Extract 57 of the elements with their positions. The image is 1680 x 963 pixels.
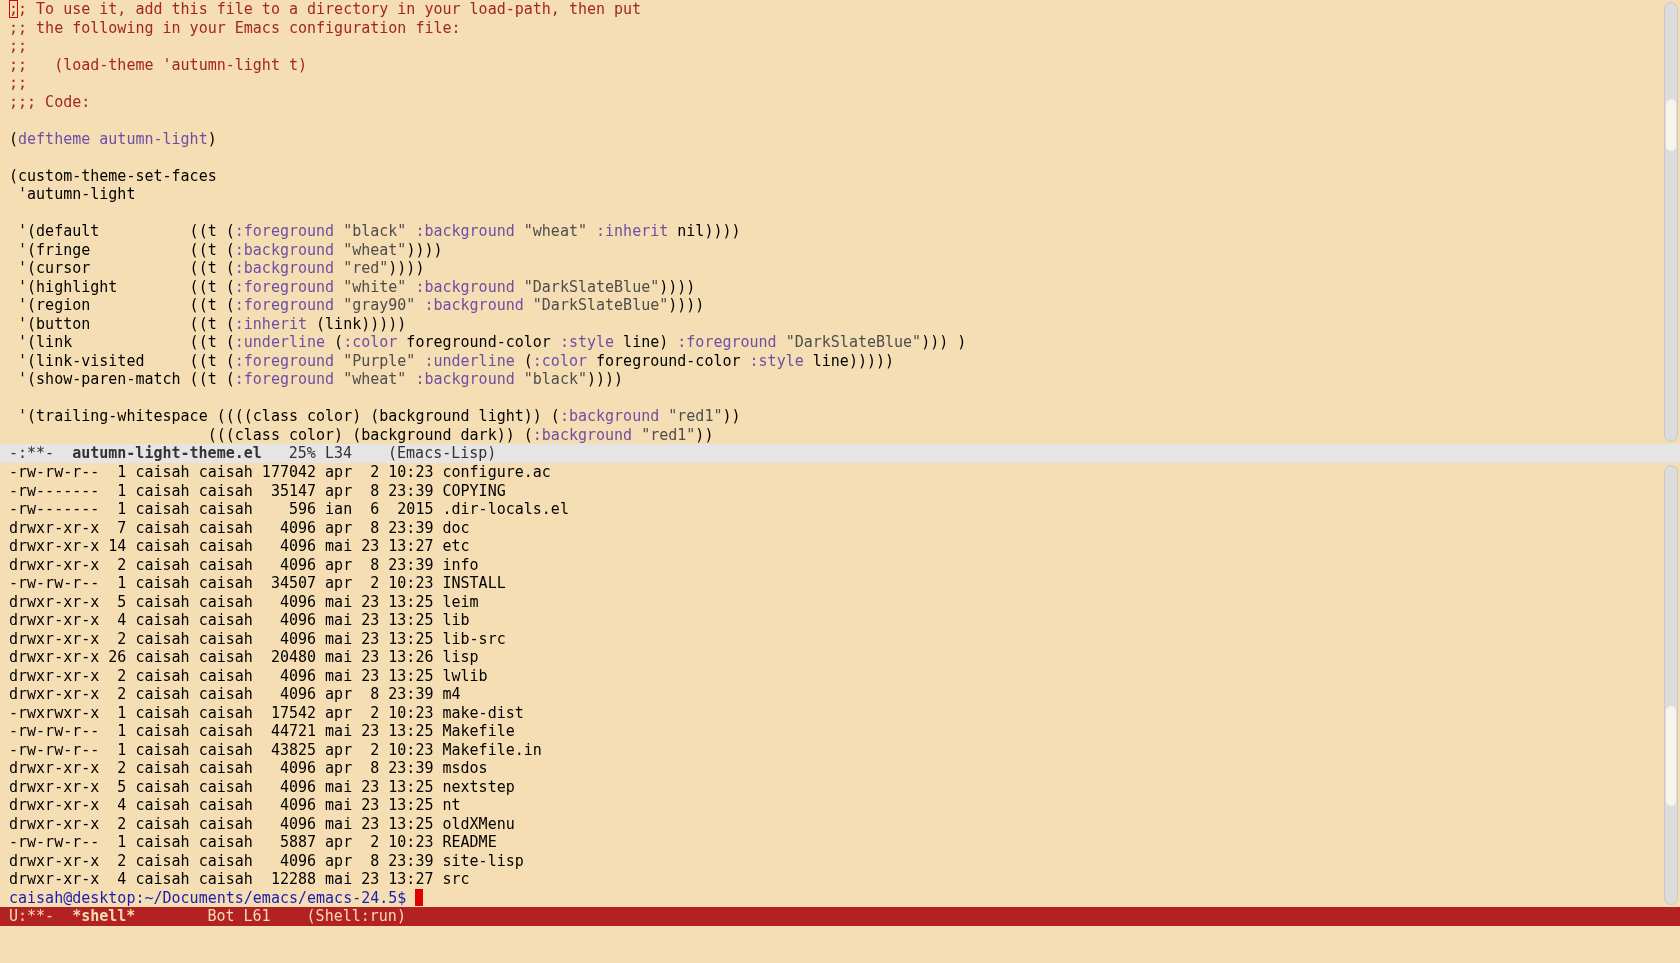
code-line: ;;; Code: [9, 92, 92, 111]
file-listing-row-text: drwxr-xr-x 2 caisah caisah 4096 apr 8 23:39 site-lisp [9, 851, 525, 870]
file-listing-row-text: drwxr-xr-x 2 caisah caisah 4096 apr 8 23:39 m4 [9, 685, 462, 704]
code-line: '(cursor ((t (:background "red")))) [17, 259, 426, 278]
file-listing-row-text: -rw-rw-r-- 1 caisah caisah 34507 apr 2 10:23 INSTALL [9, 574, 507, 593]
buffer-name: *shell* [72, 907, 136, 926]
code-line: '(show-paren-match ((t (:foreground "wheat" :background "black")))) [17, 370, 625, 389]
buffer-status: U:**- [9, 907, 55, 926]
file-listing-row-text: drwxr-xr-x 14 caisah caisah 4096 mai 23 13:27 etc [9, 537, 471, 556]
code-line: (custom-theme-set-faces [9, 166, 218, 185]
file-listing-row-text: drwxr-xr-x 26 caisah caisah 20480 mai 23 13:26 lisp [9, 648, 480, 667]
buffer-position: 25% L34 [288, 444, 353, 463]
file-listing-row-text: -rw-rw-r-- 1 caisah caisah 177042 apr 2 10:23 configure.ac [9, 463, 552, 482]
code-line: (((class color) (background dark)) (:background "red1")) [206, 425, 715, 444]
file-listing-row-text: drwxr-xr-x 5 caisah caisah 4096 mai 23 13:25 leim [9, 592, 480, 611]
code-line: ;; [9, 74, 29, 93]
code-line: (deftheme autumn-light) [9, 129, 218, 148]
major-mode: (Shell:run) [306, 907, 406, 926]
file-listing-row-text: -rwxrwxr-x 1 caisah caisah 17542 apr 2 10:23 make-dist [9, 703, 525, 722]
buffer-name: autumn-light-theme.el [72, 444, 262, 463]
file-listing-row-text: drwxr-xr-x 2 caisah caisah 4096 apr 8 23:39 msdos [9, 759, 489, 778]
code-line: '(fringe ((t (:background "wheat")))) [17, 240, 444, 259]
scrollbar[interactable] [1664, 2, 1678, 442]
major-mode: (Emacs-Lisp) [388, 444, 497, 463]
file-listing-row-text: drwxr-xr-x 4 caisah caisah 4096 mai 23 13:25 nt [9, 796, 462, 815]
code-line: '(button ((t (:inherit (link))))) [17, 314, 408, 333]
file-listing-row-text: -rw------- 1 caisah caisah 35147 apr 8 23:39 COPYING [9, 481, 507, 500]
shell-prompt: caisah@desktop:~/Documents/emacs/emacs-24.5$ [9, 888, 407, 907]
text-cursor [415, 889, 424, 907]
buffer-status: -:**- [9, 444, 55, 463]
code-line: ;; To use it, add this file to a directory in your load-path, then put [9, 0, 643, 19]
buffer-position: Bot L61 [207, 907, 271, 926]
code-line: '(default ((t (:foreground "black" :background "wheat" :inherit nil)))) [17, 222, 742, 241]
code-line: '(highlight ((t (:foreground "white" :background "DarkSlateBlue")))) [17, 277, 697, 296]
file-listing-row-text: -rw-rw-r-- 1 caisah caisah 43825 apr 2 10:23 Makefile.in [9, 740, 543, 759]
file-listing-row-text: drwxr-xr-x 2 caisah caisah 4096 mai 23 13:25 lwlib [9, 666, 489, 685]
file-listing-row-text: drwxr-xr-x 4 caisah caisah 4096 mai 23 13:25 lib [9, 611, 471, 630]
code-line: '(trailing-whitespace ((((class color) (background light)) (:background "red1")) [17, 407, 742, 426]
file-listing-row-text: -rw-rw-r-- 1 caisah caisah 44721 mai 23 13:25 Makefile [9, 722, 516, 741]
scrollbar[interactable] [1664, 465, 1678, 905]
code-line: ;; the following in your Emacs configuration file: [9, 18, 462, 37]
code-line: ;; (load-theme 'autumn-light t) [9, 55, 308, 74]
file-listing-row-text: drwxr-xr-x 2 caisah caisah 4096 mai 23 13:25 oldXMenu [9, 814, 516, 833]
file-listing-row-text: drwxr-xr-x 2 caisah caisah 4096 mai 23 13:25 lib-src [9, 629, 507, 648]
scrollbar-thumb[interactable] [1666, 706, 1676, 806]
file-listing-row-text: -rw-rw-r-- 1 caisah caisah 5887 apr 2 10:23 README [9, 833, 498, 852]
file-listing-row-text: drwxr-xr-x 2 caisah caisah 4096 apr 8 23:39 info [9, 555, 480, 574]
scrollbar-thumb[interactable] [1666, 99, 1676, 151]
code-line: '(link-visited ((t (:foreground "Purple" :underline (:color foreground-color :style line))))) [17, 351, 896, 370]
code-line: '(region ((t (:foreground "gray90" :background "DarkSlateBlue")))) [17, 296, 706, 315]
code-line: 'autumn-light [17, 185, 137, 204]
file-listing-row-text: drwxr-xr-x 4 caisah caisah 12288 mai 23 13:27 src [9, 870, 471, 889]
file-listing-row-text: drwxr-xr-x 5 caisah caisah 4096 mai 23 13:25 nextstep [9, 777, 516, 796]
code-line: ;; [9, 37, 29, 56]
file-listing-row-text: -rw------- 1 caisah caisah 596 ian 6 2015 .dir-locals.el [9, 500, 570, 519]
code-line: '(link ((t (:underline (:color foreground-color :style line) :foreground "DarkSlateBlue"))) ) [17, 333, 968, 352]
file-listing-row-text: drwxr-xr-x 7 caisah caisah 4096 apr 8 23:39 doc [9, 518, 471, 537]
